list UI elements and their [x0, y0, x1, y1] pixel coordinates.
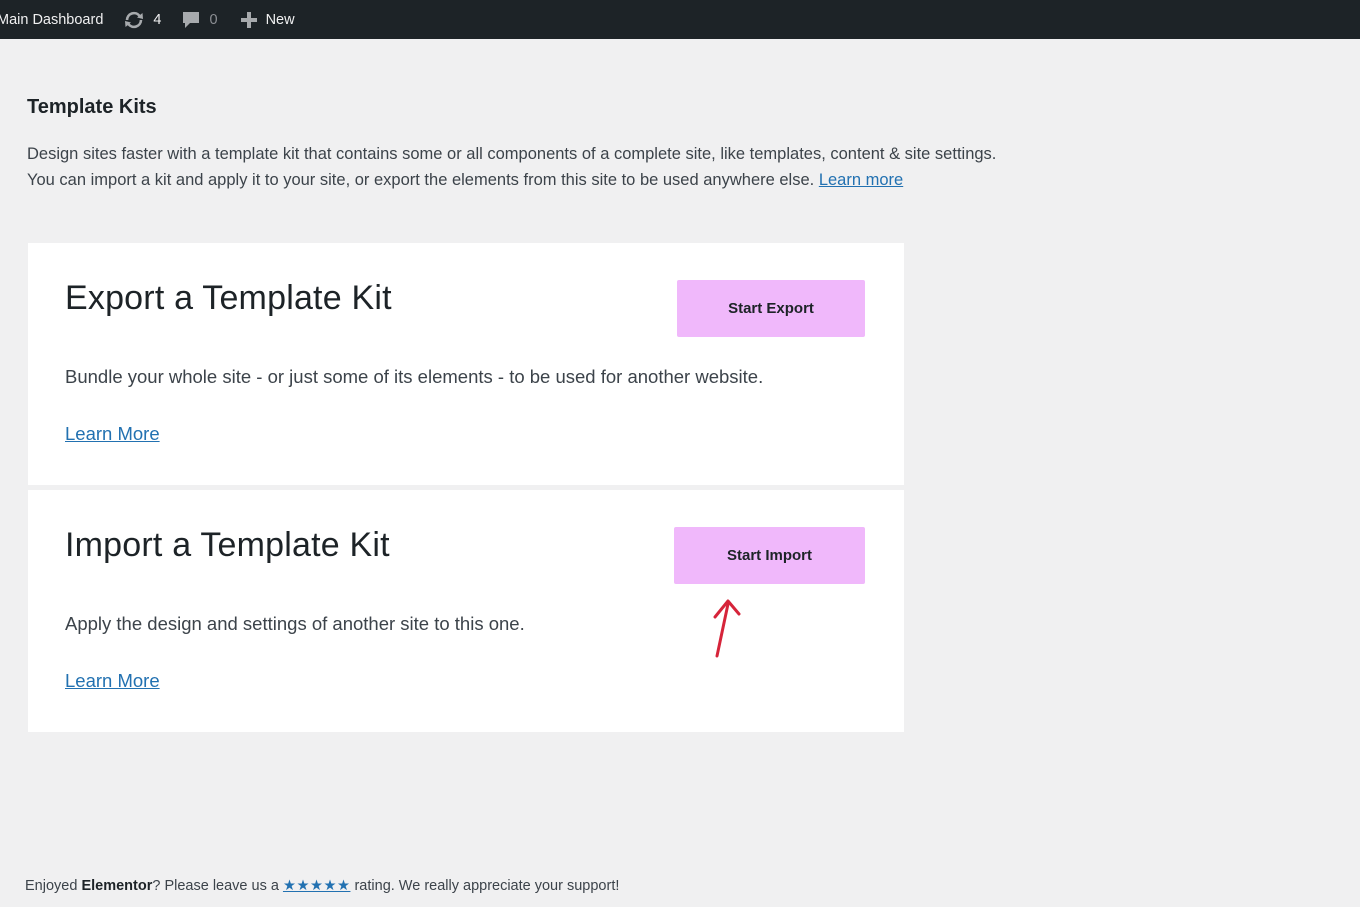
comments-menu[interactable]: 0 — [181, 0, 218, 39]
red-arrow-icon — [704, 592, 754, 667]
page-title: Template Kits — [27, 96, 157, 118]
footer-rating-message: Enjoyed Elementor? Please leave us a ★★★… — [25, 878, 619, 894]
footer-middle: ? Please leave us a — [152, 878, 283, 894]
new-label: New — [265, 11, 295, 28]
updates-menu[interactable]: 4 — [123, 0, 161, 39]
start-import-button[interactable]: Start Import — [674, 527, 865, 584]
intro-learn-more-link[interactable]: Learn more — [819, 171, 903, 189]
admin-bar: Main Dashboard 4 0 New — [0, 0, 1360, 39]
plus-icon — [240, 11, 258, 29]
site-name-label: Main Dashboard — [0, 11, 104, 28]
comments-count: 0 — [209, 11, 218, 28]
intro-line-2: You can import a kit and apply it to you… — [27, 171, 815, 189]
export-learn-more-link[interactable]: Learn More — [65, 423, 160, 445]
footer-suffix: rating. We really appreciate your suppor… — [350, 878, 620, 894]
new-content-menu[interactable]: New — [240, 0, 295, 39]
comment-bubble-icon — [181, 10, 201, 30]
intro-line-1: Design sites faster with a template kit … — [27, 145, 997, 163]
export-card-description: Bundle your whole site - or just some of… — [65, 366, 764, 387]
page-intro: Design sites faster with a template kit … — [27, 141, 1127, 193]
export-kit-card: Export a Template Kit Start Export Bundl… — [28, 243, 904, 485]
start-export-button[interactable]: Start Export — [677, 280, 865, 337]
import-card-title: Import a Template Kit — [65, 526, 390, 564]
export-card-title: Export a Template Kit — [65, 279, 392, 317]
import-card-description: Apply the design and settings of another… — [65, 613, 525, 634]
refresh-icon — [123, 11, 145, 29]
updates-count: 4 — [153, 11, 162, 28]
import-learn-more-link[interactable]: Learn More — [65, 670, 160, 692]
import-kit-card: Import a Template Kit Start Import Apply… — [28, 490, 904, 732]
footer-brand: Elementor — [81, 878, 153, 894]
footer-rating-link[interactable]: ★★★★★ — [283, 878, 351, 894]
site-name-menu[interactable]: Main Dashboard — [0, 0, 103, 39]
footer-prefix: Enjoyed — [25, 878, 82, 894]
